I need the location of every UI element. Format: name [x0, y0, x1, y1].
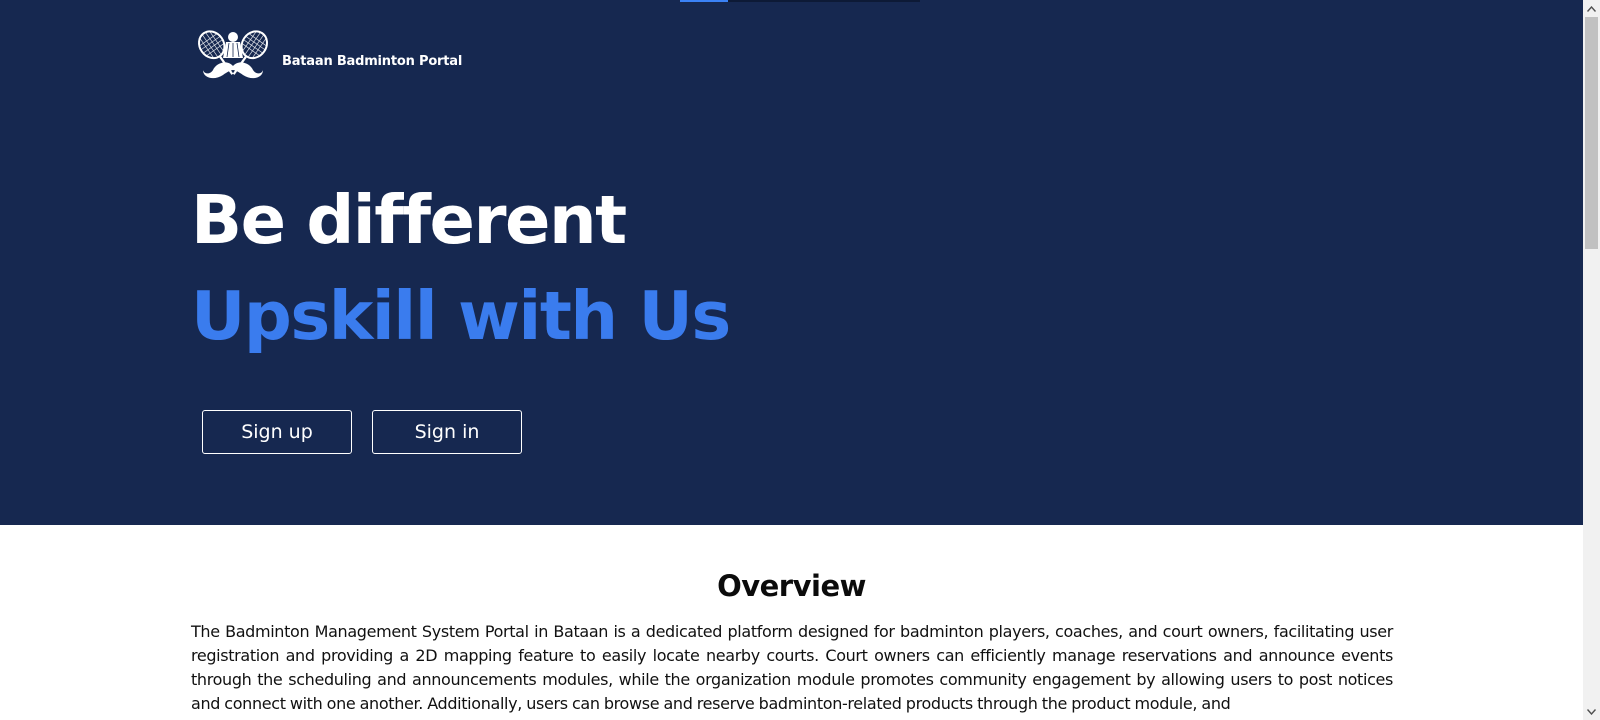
scroll-thumb[interactable] [1585, 17, 1598, 249]
signin-button[interactable]: Sign in [372, 410, 522, 454]
overview-text: The Badminton Management System Portal i… [191, 622, 1393, 713]
scroll-down-arrow-icon[interactable] [1583, 703, 1600, 720]
top-progress-indicator [680, 0, 920, 2]
vertical-scrollbar[interactable] [1583, 0, 1600, 720]
overview-title: Overview [717, 569, 866, 603]
hero-headline: Be different [191, 181, 627, 259]
hero-section: Bataan Badminton Portal Be different Ups… [0, 0, 1583, 525]
brand-link[interactable]: Bataan Badminton Portal [196, 28, 462, 94]
badminton-logo-icon [198, 30, 268, 79]
top-progress-active [680, 0, 728, 2]
page: Bataan Badminton Portal Be different Ups… [0, 0, 1583, 720]
scroll-up-arrow-icon[interactable] [1583, 0, 1600, 17]
hero-subheadline: Upskill with Us [191, 277, 731, 355]
signup-button[interactable]: Sign up [202, 410, 352, 454]
brand-name: Bataan Badminton Portal [282, 53, 463, 69]
